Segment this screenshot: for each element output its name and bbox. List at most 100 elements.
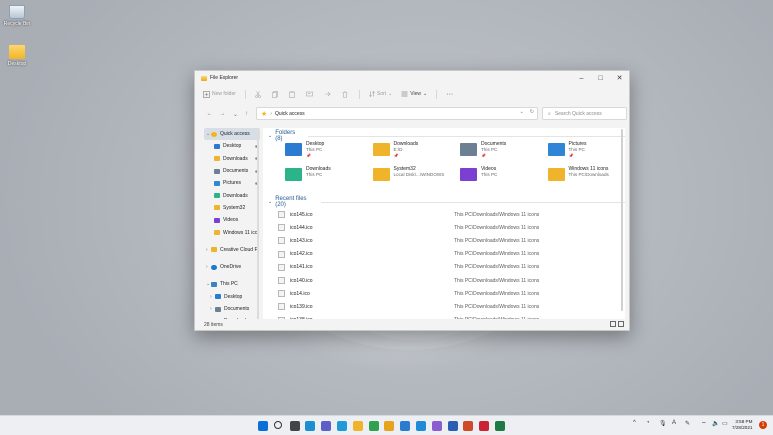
tiles-view-icon[interactable]	[618, 321, 624, 327]
folder-tile[interactable]: Documents This PC 📌	[460, 141, 548, 163]
table-row[interactable]: ico145.ico This PC\Downloads\Windows 11 i…	[278, 208, 608, 221]
chrome-canary-icon[interactable]	[384, 421, 395, 431]
folder-icon	[214, 217, 220, 223]
nav-item-desktop[interactable]: Desktop✱	[204, 140, 260, 152]
table-row[interactable]: ico14.ico This PC\Downloads\Windows 11 ic…	[278, 287, 608, 300]
folder-icon	[214, 143, 220, 149]
file-name: ico143.ico	[290, 237, 313, 244]
maximize-button[interactable]: □	[591, 71, 610, 85]
address-bar[interactable]: ★ › Quick access ⌄ ↻	[256, 107, 538, 120]
todo-icon[interactable]	[400, 421, 411, 431]
nav-item-pc-documents[interactable]: › Documents	[204, 303, 260, 315]
nav-item-pc-downloads[interactable]: ›Downloads	[204, 315, 260, 319]
nav-item-videos[interactable]: Videos	[204, 214, 260, 226]
file-name: ico14.ico	[290, 290, 310, 297]
word-icon[interactable]	[447, 421, 458, 431]
nav-item-windows-11-ico[interactable]: Windows 11 ico	[204, 226, 260, 238]
powerpoint-icon[interactable]	[463, 421, 474, 431]
desktop-icon-folder[interactable]: Desktop	[0, 45, 34, 67]
nav-item-label: Documents	[224, 306, 250, 312]
table-row[interactable]: ico142.ico This PC\Downloads\Windows 11 i…	[278, 248, 608, 261]
forward-arrow-icon[interactable]: →	[218, 109, 227, 119]
clock[interactable]: 3:58 PM 7/28/2021	[732, 419, 752, 431]
rename-button[interactable]	[306, 91, 315, 97]
pen-icon[interactable]: ✎	[685, 420, 690, 427]
excel-icon[interactable]	[495, 421, 505, 431]
nav-item-documents[interactable]: Documents✱	[204, 165, 260, 177]
close-button[interactable]: ✕	[610, 71, 629, 85]
folder-tile[interactable]: Windows 11 icons This PC\Downloads	[547, 166, 626, 188]
file-location: This PC\Downloads\Windows 11 icons	[454, 303, 540, 310]
navigation-scrollbar[interactable]	[257, 128, 259, 319]
chevron-down-icon: ⌄	[423, 91, 428, 97]
table-row[interactable]: ico140.ico This PC\Downloads\Windows 11 i…	[278, 274, 608, 287]
tray-overflow-chevron-icon[interactable]: ^	[633, 420, 636, 426]
language-indicator[interactable]: A	[672, 420, 676, 426]
folder-tile[interactable]: Downloads This PC	[285, 166, 373, 188]
table-row[interactable]: ico144.ico This PC\Downloads\Windows 11 i…	[278, 221, 608, 234]
recent-locations-chevron-icon[interactable]: ⌄	[231, 109, 240, 119]
view-button[interactable]: View ⌄	[401, 91, 427, 97]
title-bar[interactable]: File Explorer – □ ✕	[195, 71, 629, 85]
nav-item-downloads[interactable]: Downloads	[204, 189, 260, 201]
cut-button[interactable]	[255, 90, 263, 98]
task-view-icon[interactable]	[289, 421, 300, 431]
vscode-icon[interactable]	[416, 421, 426, 431]
address-dropdown-icon[interactable]: ⌄	[520, 109, 524, 115]
folder-tile[interactable]: Desktop This PC 📌	[285, 141, 373, 163]
ruby-icon[interactable]	[479, 421, 490, 431]
copy-button[interactable]	[272, 90, 280, 98]
sort-button[interactable]: Sort ⌄	[369, 91, 392, 97]
volume-icon[interactable]: 🔈	[712, 420, 719, 427]
nav-item-pictures[interactable]: Pictures✱	[204, 177, 260, 189]
recent-group-header[interactable]: ⌄ Recent files (20)	[268, 196, 625, 208]
visual-studio-icon[interactable]	[431, 421, 442, 431]
delete-button[interactable]	[342, 90, 350, 98]
folder-tile-text: Pictures This PC 📌	[569, 141, 587, 158]
nav-item-creative-cloud[interactable]: › Creative Cloud F	[204, 244, 260, 256]
microphone-icon[interactable]: 🎙	[659, 420, 667, 427]
edge-icon[interactable]	[337, 421, 347, 431]
this-pc-list: ›Desktop›Documents›Downloads	[204, 291, 260, 319]
table-row[interactable]: ico141.ico This PC\Downloads\Windows 11 i…	[278, 261, 608, 274]
cut-icon	[255, 90, 261, 98]
chrome-icon[interactable]	[368, 421, 379, 431]
folder-tile[interactable]: Videos This PC	[460, 166, 548, 188]
file-explorer-icon[interactable]	[352, 421, 363, 431]
wifi-icon[interactable]: ⌔	[701, 420, 707, 428]
more-button[interactable]: ···	[446, 91, 453, 98]
up-arrow-icon[interactable]: ↑	[242, 109, 251, 119]
table-row[interactable]: ico138.ico This PC\Downloads\Windows 11 i…	[278, 314, 608, 319]
table-row[interactable]: ico143.ico This PC\Downloads\Windows 11 i…	[278, 234, 608, 247]
refresh-icon[interactable]: ↻	[530, 109, 534, 115]
content-scrollbar[interactable]	[621, 129, 623, 311]
folder-tile[interactable]: Downloads E:\D 📌	[372, 141, 461, 163]
notification-badge[interactable]: 1	[759, 421, 767, 429]
folder-icon	[285, 168, 302, 181]
share-button[interactable]	[324, 91, 333, 97]
search-icon[interactable]	[273, 421, 282, 429]
nav-item-onedrive[interactable]: › OneDrive	[204, 261, 260, 273]
desktop-icon-recycle-bin[interactable]: Recycle Bin	[0, 5, 34, 27]
nav-item-pc-desktop[interactable]: › Desktop	[204, 291, 260, 303]
start-icon[interactable]	[258, 421, 268, 431]
network-icon[interactable]: ◔	[646, 420, 650, 426]
folder-tile[interactable]: System32 Local Disk\...\WINDOWS	[372, 166, 461, 188]
search-box[interactable]: ⌕ Search Quick access	[542, 107, 627, 120]
table-row[interactable]: ico139.ico This PC\Downloads\Windows 11 i…	[278, 300, 608, 313]
back-arrow-icon[interactable]: ←	[205, 109, 214, 119]
folder-icon	[9, 45, 25, 59]
chat-icon[interactable]	[321, 421, 332, 431]
breadcrumb-quick-access[interactable]: Quick access	[275, 111, 305, 117]
nav-item-quick-access[interactable]: ⌄ Quick access	[204, 128, 260, 141]
paste-button[interactable]	[289, 90, 297, 98]
battery-icon[interactable]: ▭	[722, 420, 728, 427]
nav-item-downloads[interactable]: Downloads✱	[204, 153, 260, 165]
nav-item-system32[interactable]: System32	[204, 202, 260, 214]
minimize-button[interactable]: –	[572, 71, 591, 85]
folder-tile[interactable]: Pictures This PC 📌	[547, 141, 626, 163]
details-view-icon[interactable]	[610, 321, 616, 327]
widgets-icon[interactable]	[305, 421, 316, 431]
new-button[interactable]: New folder	[203, 90, 236, 98]
nav-item-this-pc[interactable]: ⌄ This PC	[204, 278, 260, 290]
